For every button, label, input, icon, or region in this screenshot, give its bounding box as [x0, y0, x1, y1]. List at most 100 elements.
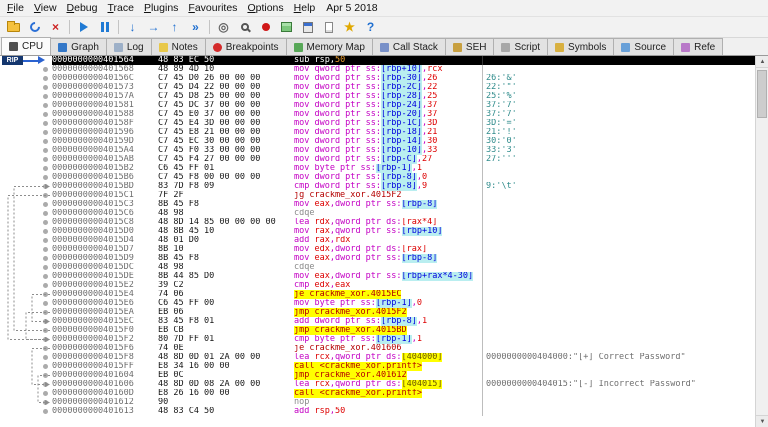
tab-symbols[interactable]: Symbols [547, 38, 614, 55]
bytes-cell: C6 45 FF 00 [158, 299, 294, 308]
calculator-button[interactable] [298, 18, 317, 36]
cpu-icon [9, 42, 18, 51]
comment-cell [482, 263, 755, 272]
disasm-row[interactable]: 00000000004015ABC7 45 F4 27 00 00 00mov … [0, 155, 755, 164]
tab-script[interactable]: Script [493, 38, 548, 55]
disasm-row[interactable]: 00000000004015EAEB 06jmp crackme_xor.401… [0, 308, 755, 317]
breakpoints-button[interactable] [256, 18, 275, 36]
tab-bar: CPUGraphLogNotesBreakpointsMemory MapCal… [0, 38, 768, 56]
menu-trace[interactable]: Trace [102, 1, 138, 15]
run-to-user-code-button[interactable]: » [186, 18, 205, 36]
instruction-text: add rsp,50 [294, 407, 345, 416]
disasm-row[interactable]: 00000000004015C38B 45 F8mov eax,dword pt… [0, 200, 755, 209]
pause-button[interactable] [95, 18, 114, 36]
disasm-row[interactable]: 00000000004015F674 0Eje crackme_xor.4016… [0, 344, 755, 353]
disasm-row[interactable]: 00000000004015C17F 2Fjg crackme_xor.4015… [0, 191, 755, 200]
tab-call-stack[interactable]: Call Stack [372, 38, 446, 55]
disasm-row[interactable]: 00000000004015C848 8D 14 85 00 00 00 00l… [0, 218, 755, 227]
menu-debug[interactable]: Debug [62, 1, 103, 15]
disasm-row[interactable]: 00000000004015C648 98cdqe [0, 209, 755, 218]
scrollbar-thumb[interactable] [757, 70, 767, 118]
menu-plugins[interactable]: Plugins [139, 1, 183, 15]
address-cell: 00000000004015C6 [52, 209, 158, 218]
favourites-button[interactable]: ★ [340, 18, 359, 36]
instruction-text: cmp edx,eax [294, 281, 350, 290]
disasm-row[interactable]: 00000000004015A4C7 45 F0 33 00 00 00mov … [0, 146, 755, 155]
memory-map-button[interactable] [277, 18, 296, 36]
comment-cell [482, 218, 755, 227]
restart-button[interactable] [25, 18, 44, 36]
disasm-row[interactable]: 00000000004015EC83 45 F8 01add dword ptr… [0, 317, 755, 326]
disasm-row[interactable]: 0000000000401573C7 45 D4 22 00 00 00mov … [0, 83, 755, 92]
run-button[interactable] [74, 18, 93, 36]
disasm-row[interactable]: 000000000040160DE8 26 16 00 00call <crac… [0, 389, 755, 398]
instruction-cell: mov byte ptr ss:[rbp-1],0 [294, 299, 482, 308]
instruction-cell: nop [294, 398, 482, 407]
open-file-button[interactable] [4, 18, 23, 36]
scroll-down-icon[interactable]: ▼ [756, 415, 768, 427]
disasm-row[interactable]: 0000000000401596C7 45 E8 21 00 00 00mov … [0, 128, 755, 137]
tab-notes[interactable]: Notes [151, 38, 206, 55]
script-button[interactable] [319, 18, 338, 36]
bytes-cell: 7F 2F [158, 191, 294, 200]
vertical-scrollbar[interactable]: ▲ ▼ [755, 56, 768, 427]
disasm-row[interactable]: 0000000000401604EB 0Cjmp crackme_xor.401… [0, 371, 755, 380]
disasm-row[interactable]: 00000000004015D048 8B 45 10mov rax,qword… [0, 227, 755, 236]
menu-view[interactable]: View [29, 1, 62, 15]
disasm-row[interactable]: 000000000040156848 89 4D 10mov qword ptr… [0, 65, 755, 74]
close-button[interactable]: × [46, 18, 65, 36]
script-icon [325, 22, 333, 33]
disasm-row[interactable]: 000000000040160648 8D 0D 08 2A 00 00lea … [0, 380, 755, 389]
disasm-row[interactable]: 00000000004015E239 C2cmp edx,eax [0, 281, 755, 290]
disasm-row[interactable]: 00000000004015D448 01 D0add rax,rdx [0, 236, 755, 245]
tab-cpu[interactable]: CPU [1, 37, 51, 55]
disasm-row[interactable]: 000000000040161290nop [0, 398, 755, 407]
address-cell: 000000000040159D [52, 137, 158, 146]
tab-source[interactable]: Source [613, 38, 674, 55]
instruction-text: mov dword ptr ss:[rbp-10],33 [294, 146, 437, 155]
menu-favourites[interactable]: Favourites [183, 1, 242, 15]
tab-breakpoints[interactable]: Breakpoints [205, 38, 287, 55]
comment-cell: 37:'7' [482, 110, 755, 119]
tab-graph[interactable]: Graph [50, 38, 107, 55]
scroll-up-icon[interactable]: ▲ [756, 56, 768, 68]
menu-options[interactable]: Options [242, 1, 288, 15]
tab-seh[interactable]: SEH [445, 38, 495, 55]
address-cell: 00000000004015BD [52, 182, 158, 191]
disasm-row[interactable]: 00000000004015F0EB CBjmp crackme_xor.401… [0, 326, 755, 335]
instruction-cell: sub rsp,50 [294, 56, 482, 65]
disasm-row[interactable]: 00000000004015FFE8 34 16 00 00call <crac… [0, 362, 755, 371]
disasm-row[interactable]: 000000000040161348 83 C4 50add rsp,50 [0, 407, 755, 416]
help-button[interactable]: ? [361, 18, 380, 36]
menu-file[interactable]: File [2, 1, 29, 15]
disasm-row[interactable]: 00000000004015B6C7 45 F8 00 00 00 00mov … [0, 173, 755, 182]
disasm-row[interactable]: 000000000040156CC7 45 D0 26 00 00 00mov … [0, 74, 755, 83]
tab-memory-map[interactable]: Memory Map [286, 38, 373, 55]
address-cell: 0000000000401581 [52, 101, 158, 110]
find-button[interactable] [235, 18, 254, 36]
tab-refe[interactable]: Refe [673, 38, 723, 55]
disasm-row[interactable]: 00000000004015D78B 10mov edx,dword ptr d… [0, 245, 755, 254]
disasm-row[interactable]: 000000000040157AC7 45 D8 25 00 00 00mov … [0, 92, 755, 101]
disasm-row[interactable]: 00000000004015B2C6 45 FF 01mov byte ptr … [0, 164, 755, 173]
disasm-row[interactable]: 00000000004015DC48 98cdqe [0, 263, 755, 272]
disasm-row[interactable]: 00000000004015BD83 7D F8 09cmp dword ptr… [0, 182, 755, 191]
tab-log[interactable]: Log [106, 38, 152, 55]
disasm-row[interactable]: 00000000004015E474 06je crackme_xor.4015… [0, 290, 755, 299]
disasm-row[interactable]: 00000000004015D98B 45 F8mov eax,dword pt… [0, 254, 755, 263]
disasm-row[interactable]: 00000000004015F280 7D FF 01cmp byte ptr … [0, 335, 755, 344]
disasm-row[interactable]: 000000000040158FC7 45 E4 3D 00 00 00mov … [0, 119, 755, 128]
disasm-row[interactable]: 00000000004015E6C6 45 FF 00mov byte ptr … [0, 299, 755, 308]
disasm-row[interactable]: 0000000000401588C7 45 E0 37 00 00 00mov … [0, 110, 755, 119]
disasm-row[interactable]: 00000000004015DE8B 44 85 D0mov eax,dword… [0, 272, 755, 281]
step-over-button[interactable]: → [144, 18, 163, 36]
menu-help[interactable]: Help [289, 1, 321, 15]
settings-button[interactable]: ◎ [214, 18, 233, 36]
disasm-row[interactable]: 000000000040156448 83 EC 50sub rsp,50 [0, 56, 755, 65]
disasm-row[interactable]: 000000000040159DC7 45 EC 30 00 00 00mov … [0, 137, 755, 146]
step-out-button[interactable]: ↑ [165, 18, 184, 36]
step-into-button[interactable]: ↓ [123, 18, 142, 36]
instruction-cell: mov dword ptr ss:[rbp-30],26 [294, 74, 482, 83]
disasm-row[interactable]: 0000000000401581C7 45 DC 37 00 00 00mov … [0, 101, 755, 110]
disasm-row[interactable]: 00000000004015F848 8D 0D 01 2A 00 00lea … [0, 353, 755, 362]
